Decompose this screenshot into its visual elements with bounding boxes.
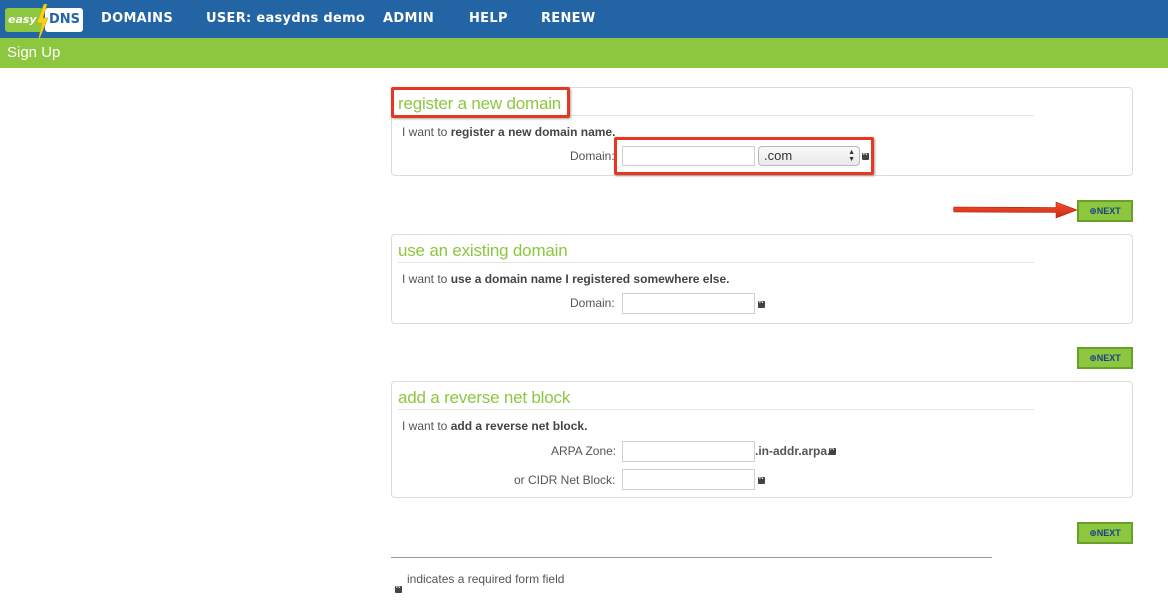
page-title-bar: Sign Up — [0, 38, 1168, 68]
lightning-bolt-icon — [36, 4, 49, 42]
arpa-zone-label: ARPA Zone: — [551, 444, 617, 458]
required-field-note: indicates a required form field — [407, 572, 565, 586]
required-icon — [758, 299, 765, 308]
reverse-intro: I want to add a reverse net block. — [402, 419, 588, 433]
page-title: Sign Up — [7, 44, 61, 61]
easydns-logo[interactable]: easy DNS — [5, 4, 83, 42]
next-button-reverse[interactable]: ⊕NEXT — [1077, 522, 1133, 544]
existing-intro: I want to use a domain name I registered… — [402, 272, 730, 286]
title-highlight-box — [391, 87, 570, 118]
existing-domain-input[interactable] — [622, 293, 755, 314]
existing-domain-panel: use an existing domain I want to use a d… — [391, 234, 1133, 324]
cidr-input[interactable] — [622, 469, 755, 490]
nav-help[interactable]: HELP — [469, 0, 508, 38]
existing-panel-title: use an existing domain — [398, 241, 568, 260]
domain-label: Domain: — [570, 296, 615, 310]
logo-dns-text: DNS — [45, 8, 83, 32]
reverse-netblock-panel: add a reverse net block I want to add a … — [391, 381, 1133, 498]
nav-domains[interactable]: DOMAINS — [101, 0, 173, 38]
panel-divider — [398, 262, 1034, 263]
domain-highlight-box — [614, 137, 874, 175]
required-icon — [395, 584, 402, 593]
nav-renew[interactable]: RENEW — [541, 0, 596, 38]
required-icon — [829, 446, 836, 455]
red-arrow-icon — [953, 201, 1078, 219]
cidr-label: or CIDR Net Block: — [514, 473, 616, 487]
panel-divider — [398, 409, 1034, 410]
arpa-zone-input[interactable] — [622, 441, 755, 462]
reverse-panel-title: add a reverse net block — [398, 388, 571, 407]
nav-admin[interactable]: ADMIN — [383, 0, 434, 38]
top-nav-bar: easy DNS DOMAINS USER: easydns demo ADMI… — [0, 0, 1168, 42]
domain-label: Domain: — [570, 149, 615, 163]
next-button-existing[interactable]: ⊕NEXT — [1077, 347, 1133, 369]
register-intro: I want to register a new domain name. — [402, 125, 616, 139]
next-button-register[interactable]: ⊕NEXT — [1077, 200, 1133, 222]
arpa-suffix: .in-addr.arpa. — [755, 444, 831, 458]
required-icon — [758, 475, 765, 484]
footer-divider — [391, 557, 992, 558]
nav-user[interactable]: USER: easydns demo — [206, 0, 365, 38]
